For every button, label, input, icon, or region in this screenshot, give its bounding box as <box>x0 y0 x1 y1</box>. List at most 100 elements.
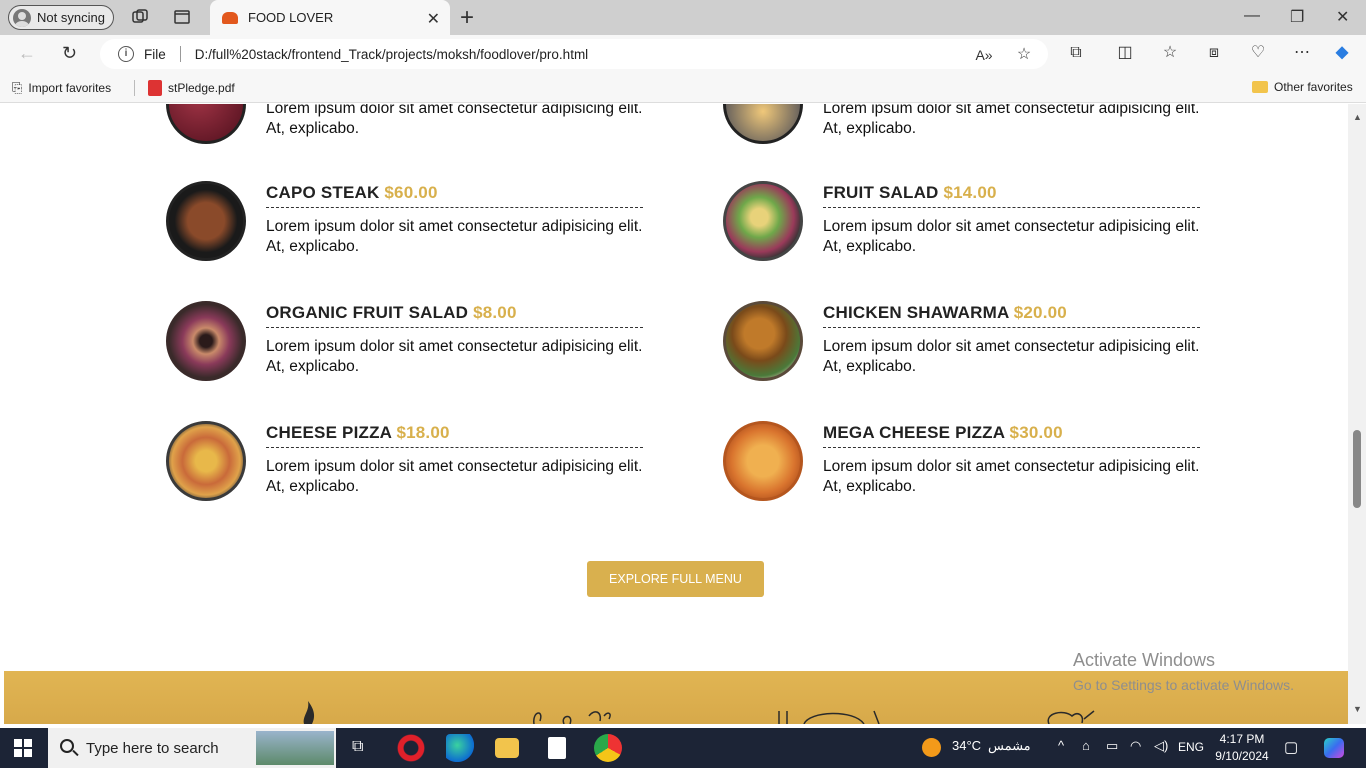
extensions-icon[interactable]: ⧉ <box>1066 43 1086 63</box>
bookmark-other-favorites[interactable]: Other favorites <box>1252 80 1353 94</box>
menu-item-name: FRUIT SALAD <box>823 183 939 202</box>
menu-item-description: Lorem ipsum dolor sit amet consectetur a… <box>266 218 643 255</box>
profile-sync-button[interactable]: Not syncing <box>8 5 114 30</box>
taskbar-search-box[interactable]: Type here to search <box>48 728 336 768</box>
taskbar-clock[interactable]: 4:17 PM 9/10/2024 <box>1212 731 1272 765</box>
pdf-icon <box>148 80 162 96</box>
menu-item-description: Lorem ipsum dolor sit amet consectetur a… <box>823 218 1200 255</box>
restore-icon[interactable]: ❐ <box>1290 7 1304 27</box>
menu-item-price: $30.00 <box>1009 423 1063 442</box>
collections-icon[interactable]: ⧈ <box>1204 43 1224 63</box>
file-explorer-icon[interactable] <box>495 738 519 758</box>
read-aloud-icon[interactable]: A» <box>974 45 994 65</box>
task-view-icon[interactable]: ⧉ <box>352 738 363 756</box>
url-text[interactable]: D:/full%20stack/frontend_Track/projects/… <box>195 47 588 62</box>
chrome-icon[interactable] <box>594 734 622 762</box>
clock-date: 9/10/2024 <box>1215 749 1269 763</box>
scroll-down-icon[interactable]: ▼ <box>1353 704 1362 714</box>
menu-item-name: CHICKEN SHAWARMA <box>823 303 1009 322</box>
menu-item-price: $20.00 <box>1013 303 1067 322</box>
menu-item: ORGANIC FRUIT SALAD $8.00 Lorem ipsum do… <box>166 301 646 391</box>
menu-item-title: CHICKEN SHAWARMA $20.00 <box>823 303 1200 328</box>
edge-icon[interactable] <box>446 734 474 762</box>
bookmark-stpledge-pdf[interactable]: stPledge.pdf <box>148 80 235 96</box>
dish-image <box>723 301 803 381</box>
input-language[interactable]: ENG <box>1178 740 1204 754</box>
bookmarks-bar: ⎘ Import favorites stPledge.pdf Other fa… <box>0 73 1366 103</box>
weather-temp[interactable]: 34°C <box>952 738 981 753</box>
address-bar[interactable]: i File D:/full%20stack/frontend_Track/pr… <box>100 39 1048 69</box>
dish-image <box>723 421 803 501</box>
menu-item-price: $60.00 <box>384 183 438 202</box>
page-viewport: Lorem ipsum dolor sit amet consectetur a… <box>4 104 1348 724</box>
copilot-icon[interactable]: ◆ <box>1332 43 1352 63</box>
menu-item-description: Lorem ipsum dolor sit amet consectetur a… <box>266 104 643 137</box>
search-highlight-image <box>256 731 334 765</box>
menu-item-price: $18.00 <box>396 423 450 442</box>
scroll-up-icon[interactable]: ▲ <box>1353 112 1362 122</box>
menu-item-title: FRUIT SALAD $14.00 <box>823 183 1200 208</box>
weather-sun-icon[interactable] <box>922 738 941 757</box>
close-window-icon[interactable]: ✕ <box>1336 7 1349 27</box>
search-placeholder: Type here to search <box>86 739 219 757</box>
bookmark-label: stPledge.pdf <box>168 81 235 95</box>
menu-item-description: Lorem ipsum dolor sit amet consectetur a… <box>266 338 643 375</box>
weather-desc[interactable]: مشمس <box>988 738 1031 754</box>
back-icon[interactable]: ← <box>18 43 36 64</box>
menu-item: CHICKEN SHAWARMA $20.00 Lorem ipsum dolo… <box>723 301 1203 391</box>
menu-item: CHEESE PIZZA $18.00 Lorem ipsum dolor si… <box>166 421 646 511</box>
workspaces-icon[interactable] <box>131 8 149 26</box>
bookmark-import-favorites[interactable]: ⎘ Import favorites <box>12 80 111 96</box>
split-screen-icon[interactable]: ◫ <box>1115 43 1135 63</box>
minimize-icon[interactable]: — <box>1244 7 1260 25</box>
close-tab-icon[interactable]: ✕ <box>427 9 440 29</box>
info-icon[interactable]: i <box>118 46 134 62</box>
favorite-star-icon[interactable]: ☆ <box>1014 45 1034 65</box>
folder-icon <box>1252 81 1268 93</box>
profile-icon <box>13 8 31 27</box>
bookmark-label: Import favorites <box>28 81 112 95</box>
new-tab-icon[interactable]: + <box>460 4 474 32</box>
menu-item-name: ORGANIC FRUIT SALAD <box>266 303 469 322</box>
page-scrollbar[interactable]: ▲ ▼ <box>1348 104 1366 724</box>
site-favicon-icon <box>222 11 238 24</box>
bookmark-label: Other favorites <box>1274 80 1353 94</box>
menu-item-description: Lorem ipsum dolor sit amet consectetur a… <box>823 458 1200 495</box>
menu-item-title: MEGA CHEESE PIZZA $30.00 <box>823 423 1200 448</box>
notepad-icon[interactable] <box>548 737 566 759</box>
search-icon <box>60 739 74 753</box>
volume-icon[interactable]: ◁) <box>1154 738 1168 754</box>
device-icon[interactable]: ⌂ <box>1082 738 1090 753</box>
dish-image <box>166 181 246 261</box>
vertical-tabs-icon[interactable] <box>173 8 191 26</box>
refresh-icon[interactable]: ↻ <box>62 43 77 64</box>
address-toolbar: ← ↻ i File D:/full%20stack/frontend_Trac… <box>0 35 1366 73</box>
notifications-icon[interactable]: ▢ <box>1284 738 1298 756</box>
scrollbar-thumb[interactable] <box>1353 430 1361 508</box>
dish-image <box>166 104 246 144</box>
menu-item-name: CHEESE PIZZA <box>266 423 392 442</box>
menu-item: MEGA CHEESE PIZZA $30.00 Lorem ipsum dol… <box>723 421 1203 511</box>
menu-item: FRUIT SALAD $14.00 Lorem ipsum dolor sit… <box>723 181 1203 271</box>
wifi-icon[interactable]: ◠ <box>1130 738 1141 754</box>
opera-icon[interactable] <box>397 734 425 762</box>
dish-image <box>723 104 803 144</box>
menu-item-title: CAPO STEAK $60.00 <box>266 183 643 208</box>
watermark-subtitle: Go to Settings to activate Windows. <box>1073 677 1294 693</box>
favorites-icon[interactable]: ☆ <box>1160 43 1180 63</box>
menu-item-price: $14.00 <box>943 183 997 202</box>
url-scheme: File <box>144 46 166 62</box>
battery-icon[interactable]: ▭ <box>1106 738 1118 754</box>
menu-item-price: $8.00 <box>473 303 517 322</box>
browser-essentials-icon[interactable]: ♡ <box>1248 43 1268 63</box>
tab-title: FOOD LOVER <box>248 10 334 25</box>
more-menu-icon[interactable]: ⋯ <box>1292 43 1312 63</box>
copilot-icon[interactable] <box>1324 738 1344 758</box>
explore-full-menu-button[interactable]: EXPLORE FULL MENU <box>587 561 764 597</box>
windows-start-icon[interactable] <box>14 739 32 757</box>
show-hidden-icons-icon[interactable]: ^ <box>1058 738 1064 753</box>
watermark-title: Activate Windows <box>1073 650 1216 670</box>
dish-image <box>723 181 803 261</box>
tab-food-lover[interactable]: FOOD LOVER ✕ <box>210 0 450 35</box>
import-icon: ⎘ <box>12 80 23 95</box>
